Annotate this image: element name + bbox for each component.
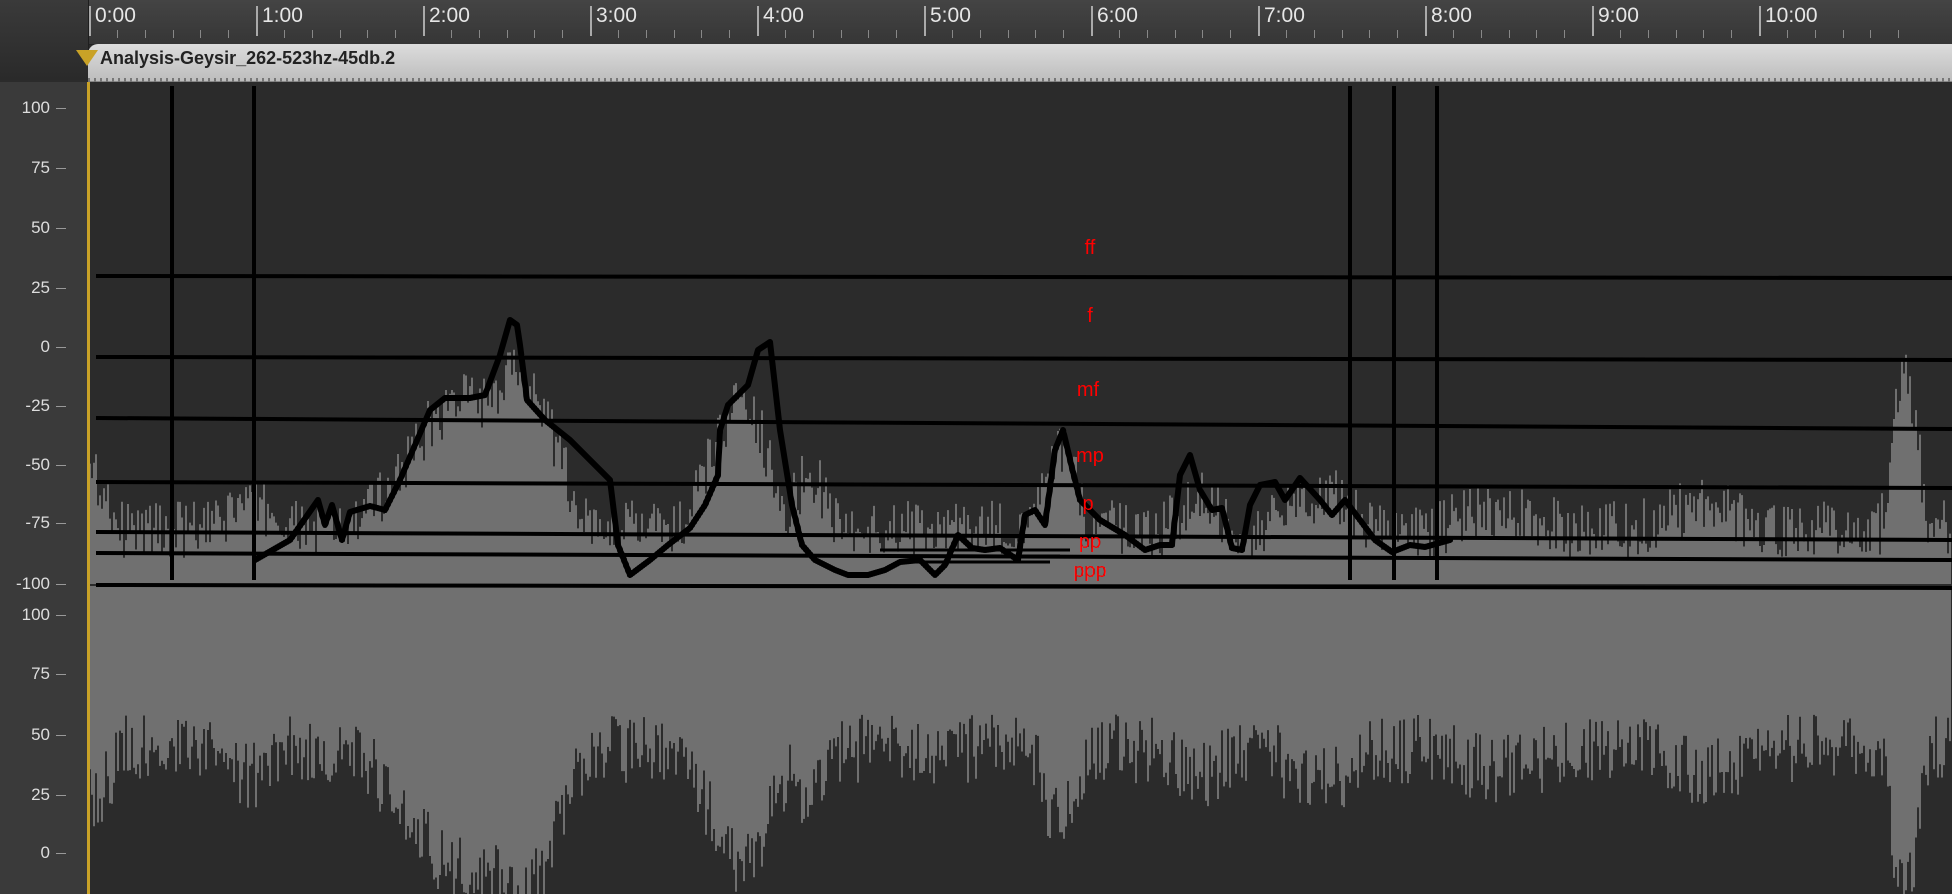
dynamic-marking-mp: mp (1076, 445, 1104, 467)
dynamics-threshold-line (95, 274, 1952, 280)
dynamic-marking-f: f (1087, 305, 1093, 327)
playhead[interactable] (87, 82, 90, 894)
dynamics-threshold-line (95, 355, 1952, 362)
waveform-lower-bars (89, 586, 1951, 894)
audio-editor-window: 0:00 1:00 2:00 3:00 4:00 5:00 6:00 7:00 8:00 9:00… (0, 0, 1952, 894)
dynamics-threshold-line (95, 480, 1952, 490)
waveform-canvas[interactable]: fffmfmppppppp (0, 0, 1952, 894)
dynamic-marking-pp: pp (1079, 531, 1101, 553)
dynamics-threshold-line (95, 416, 1952, 431)
dynamic-marking-ff: ff (1085, 237, 1096, 259)
dynamic-marking-p: p (1082, 493, 1093, 515)
waveform-lower-channel (89, 586, 1951, 894)
dynamic-marking-ppp: ppp (1073, 560, 1106, 582)
dynamic-marking-mf: mf (1077, 379, 1100, 401)
